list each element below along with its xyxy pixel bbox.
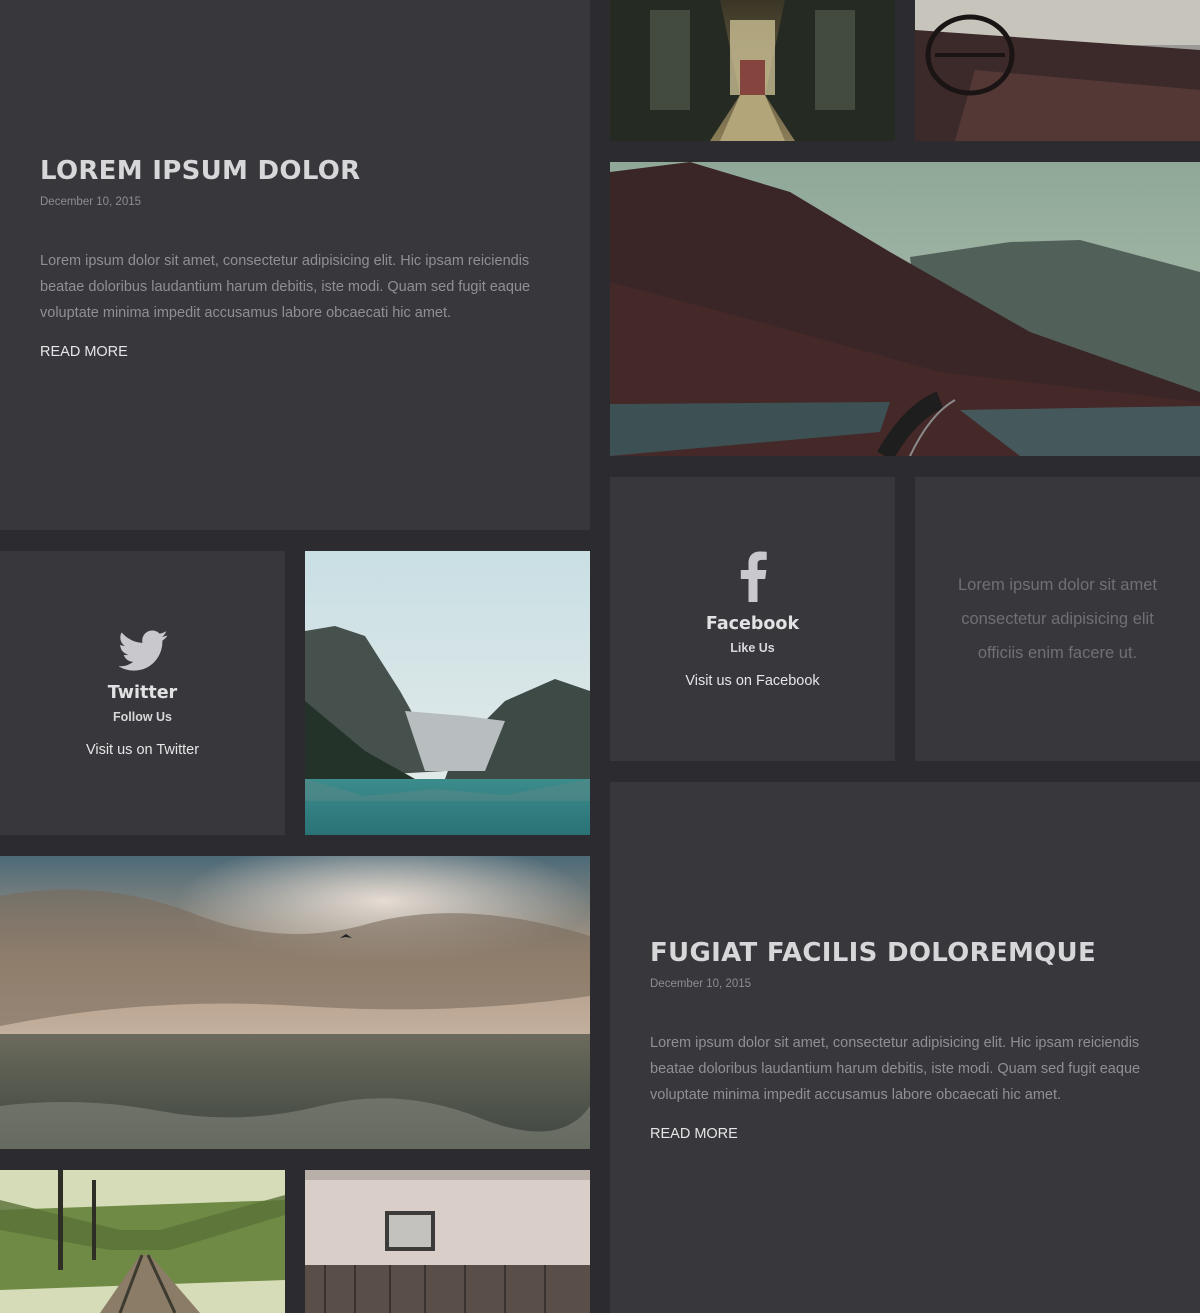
read-more-link[interactable]: READ MORE — [40, 344, 128, 360]
twitter-bird-icon — [117, 629, 168, 671]
facebook-subtitle: Like Us — [730, 640, 775, 655]
mountain-lake-photo[interactable] — [305, 551, 590, 835]
quote-card: Lorem ipsum dolor sit amet consectetur a… — [915, 477, 1200, 761]
facebook-card: Facebook Like Us Visit us on Facebook — [610, 477, 895, 761]
quote-text: Lorem ipsum dolor sit amet consectetur a… — [958, 576, 1157, 662]
room-interior-photo[interactable] — [305, 1170, 590, 1313]
facebook-link[interactable]: Visit us on Facebook — [685, 673, 819, 689]
post-title: FUGIAT FACILIS DOLOREMQUE — [650, 938, 1097, 968]
blog-post-card: LOREM IPSUM DOLOR December 10, 2015 Lore… — [0, 0, 590, 530]
read-more-link[interactable]: READ MORE — [650, 1126, 738, 1142]
post-date: December 10, 2015 — [650, 978, 752, 990]
railway-tracks-photo[interactable] — [0, 1170, 285, 1313]
twitter-subtitle: Follow Us — [112, 709, 173, 724]
facebook-f-icon — [738, 550, 768, 602]
mountain-road-photo[interactable] — [610, 162, 1200, 456]
bus-interior-photo[interactable] — [610, 0, 895, 141]
post-title: LOREM IPSUM DOLOR — [40, 156, 361, 186]
post-excerpt: Lorem ipsum dolor sit amet, consectetur … — [40, 253, 531, 321]
twitter-link[interactable]: Visit us on Twitter — [86, 742, 199, 758]
blog-post-card: FUGIAT FACILIS DOLOREMQUE December 10, 2… — [610, 782, 1200, 1313]
post-date: December 10, 2015 — [40, 196, 142, 208]
facebook-title: Facebook — [705, 613, 800, 634]
car-dashboard-photo[interactable] — [915, 0, 1200, 141]
ocean-sky-photo[interactable] — [0, 856, 590, 1149]
twitter-card: Twitter Follow Us Visit us on Twitter — [0, 551, 285, 835]
post-excerpt: Lorem ipsum dolor sit amet, consectetur … — [650, 1035, 1141, 1103]
twitter-title: Twitter — [107, 682, 178, 703]
